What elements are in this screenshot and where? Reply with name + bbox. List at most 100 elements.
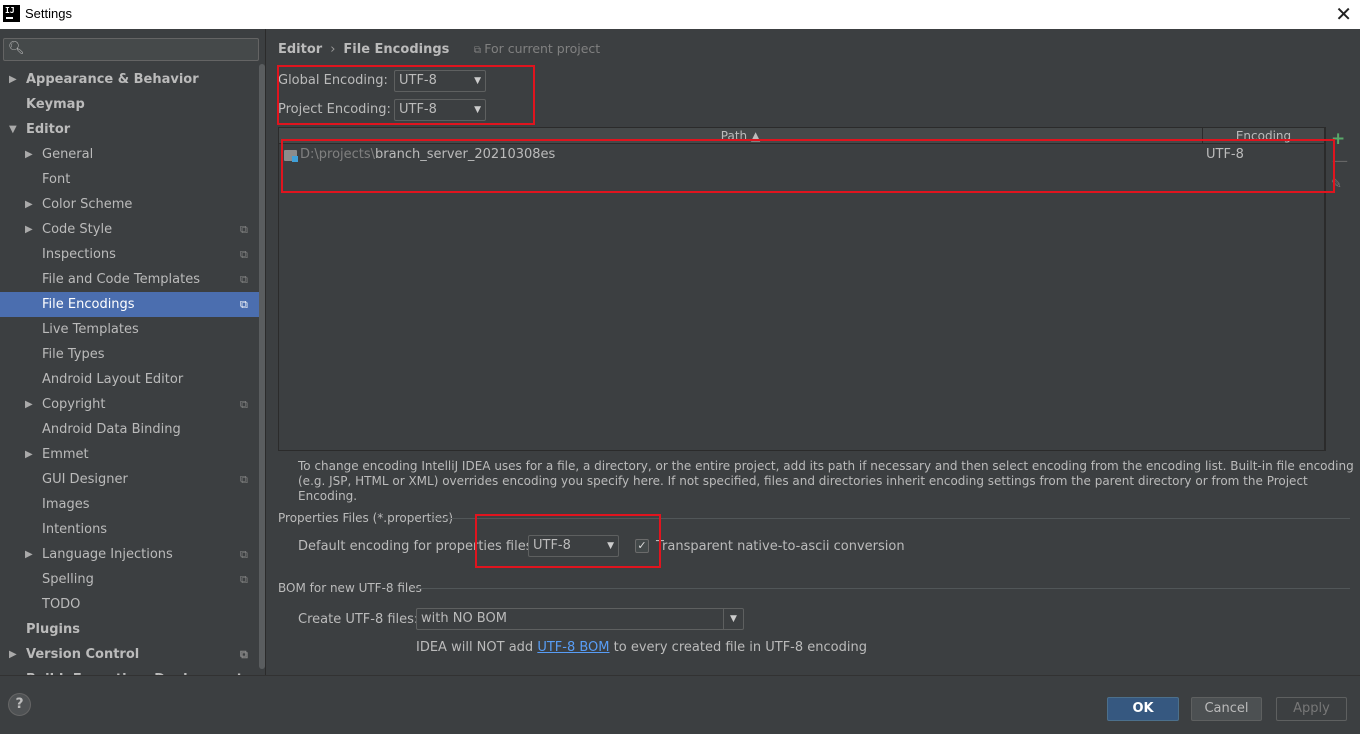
column-header-path[interactable]: Path ▲ xyxy=(279,128,1203,143)
path-name: branch_server_20210308es xyxy=(375,147,556,162)
breadcrumb-current: File Encodings xyxy=(343,42,450,57)
help-icon[interactable]: ? xyxy=(8,693,31,716)
sidebar-item-label: File and Code Templates xyxy=(42,272,200,287)
remove-icon[interactable]: — xyxy=(1332,151,1348,170)
sidebar-item-color-scheme[interactable]: ▶ Color Scheme xyxy=(0,192,265,217)
sidebar-item-file-encodings[interactable]: File Encodings ⧉ xyxy=(0,292,265,317)
sidebar-item-label: Color Scheme xyxy=(42,197,133,212)
chevron-right-icon[interactable]: ▶ xyxy=(9,667,17,675)
sidebar-item-keymap[interactable]: Keymap xyxy=(0,92,265,117)
project-level-icon: ⧉ xyxy=(240,398,248,411)
sidebar-item-label: Plugins xyxy=(26,622,80,637)
project-level-icon: ⧉ xyxy=(240,273,248,286)
global-encoding-select[interactable]: UTF-8 ▼ xyxy=(394,70,486,92)
sidebar-item-label: Font xyxy=(42,172,71,187)
chevron-down-icon: ▼ xyxy=(474,76,481,86)
sidebar-item-label: Keymap xyxy=(26,97,85,112)
encoding-description: To change encoding IntelliJ IDEA uses fo… xyxy=(298,459,1354,503)
close-icon[interactable]: ✕ xyxy=(1335,2,1352,26)
dialog-footer: OK Cancel Apply xyxy=(0,675,1360,734)
cancel-button[interactable]: Cancel xyxy=(1191,697,1262,721)
bom-mode-value: with NO BOM xyxy=(421,611,507,626)
project-encoding-label: Project Encoding: xyxy=(278,102,391,117)
properties-divider xyxy=(433,518,1350,519)
window-title: Settings xyxy=(25,6,72,21)
bom-note-suffix: to every created file in UTF-8 encoding xyxy=(609,640,867,655)
sidebar-item-copyright[interactable]: ▶ Copyright ⧉ xyxy=(0,392,265,417)
global-encoding-value: UTF-8 xyxy=(399,73,437,88)
transparent-conversion-checkbox[interactable]: ✓ xyxy=(635,539,649,553)
project-level-icon: ⧉ xyxy=(240,648,248,661)
project-level-icon: ⧉ xyxy=(240,248,248,261)
sidebar-item-label: Live Templates xyxy=(42,322,139,337)
intellij-app-icon: IJ xyxy=(3,5,20,22)
sidebar-item-file-types[interactable]: File Types xyxy=(0,342,265,367)
edit-icon[interactable]: ✎ xyxy=(1331,177,1342,192)
chevron-right-icon[interactable]: ▶ xyxy=(25,192,33,217)
sidebar-item-label: Inspections xyxy=(42,247,116,262)
sidebar-item-label: File Encodings xyxy=(42,297,135,312)
sidebar-item-editor[interactable]: ▼ Editor xyxy=(0,117,265,142)
project-level-icon: ⧉ xyxy=(240,573,248,586)
sidebar-item-images[interactable]: Images xyxy=(0,492,265,517)
chevron-right-icon[interactable]: ▶ xyxy=(25,142,33,167)
bom-divider xyxy=(413,588,1350,589)
sidebar-item-file-and-code-templates[interactable]: File and Code Templates ⧉ xyxy=(0,267,265,292)
encoding-cell[interactable]: UTF-8 xyxy=(1206,145,1244,165)
apply-button[interactable]: Apply xyxy=(1276,697,1347,721)
breadcrumb-parent: Editor xyxy=(278,42,323,57)
ok-button[interactable]: OK xyxy=(1107,697,1179,721)
sidebar-item-android-data-binding[interactable]: Android Data Binding xyxy=(0,417,265,442)
table-row[interactable]: D:\projects\branch_server_20210308es UTF… xyxy=(279,145,1324,167)
properties-encoding-select[interactable]: UTF-8 ▼ xyxy=(528,535,619,557)
sidebar-item-label: Images xyxy=(42,497,90,512)
sidebar-item-android-layout-editor[interactable]: Android Layout Editor xyxy=(0,367,265,392)
sidebar-item-intentions[interactable]: Intentions xyxy=(0,517,265,542)
project-level-icon: ⧉ xyxy=(240,298,248,311)
path-encoding-table: Path ▲ Encoding D:\projects\branch_serve… xyxy=(278,127,1325,451)
transparent-conversion-label[interactable]: Transparent native-to-ascii conversion xyxy=(656,539,905,554)
properties-encoding-value: UTF-8 xyxy=(533,538,571,553)
sidebar-item-label: Code Style xyxy=(42,222,113,237)
sidebar-item-inspections[interactable]: Inspections ⧉ xyxy=(0,242,265,267)
sidebar-item-spelling[interactable]: Spelling ⧉ xyxy=(0,567,265,592)
sidebar-item-build-execution-deployment[interactable]: ▶ Build, Execution, Deployment xyxy=(0,667,265,675)
sidebar-item-gui-designer[interactable]: GUI Designer ⧉ xyxy=(0,467,265,492)
sidebar-item-label: GUI Designer xyxy=(42,472,128,487)
sidebar-item-language-injections[interactable]: ▶ Language Injections ⧉ xyxy=(0,542,265,567)
sidebar-scrollbar[interactable] xyxy=(259,64,265,669)
chevron-right-icon[interactable]: ▶ xyxy=(25,542,33,567)
chevron-right-icon[interactable]: ▶ xyxy=(25,392,33,417)
chevron-down-icon[interactable]: ▼ xyxy=(9,117,17,142)
chevron-right-icon[interactable]: ▶ xyxy=(25,442,33,467)
sidebar-item-code-style[interactable]: ▶ Code Style ⧉ xyxy=(0,217,265,242)
chevron-right-icon[interactable]: ▶ xyxy=(25,217,33,242)
bom-mode-select[interactable]: with NO BOM ▼ xyxy=(416,608,744,630)
sidebar-item-emmet[interactable]: ▶ Emmet xyxy=(0,442,265,467)
add-icon[interactable]: + xyxy=(1331,129,1345,149)
column-header-encoding[interactable]: Encoding xyxy=(1203,128,1324,143)
sidebar-item-font[interactable]: Font xyxy=(0,167,265,192)
bom-note: IDEA will NOT add UTF-8 BOM to every cre… xyxy=(416,640,867,655)
sidebar-item-live-templates[interactable]: Live Templates xyxy=(0,317,265,342)
utf8-bom-link[interactable]: UTF-8 BOM xyxy=(537,640,609,655)
sidebar-item-label: File Types xyxy=(42,347,105,362)
sidebar-item-general[interactable]: ▶ General xyxy=(0,142,265,167)
project-level-icon: ⧉ xyxy=(240,548,248,561)
chevron-right-icon[interactable]: ▶ xyxy=(9,642,17,667)
sidebar-item-label: Spelling xyxy=(42,572,94,587)
sidebar-item-todo[interactable]: TODO xyxy=(0,592,265,617)
sidebar-item-label: General xyxy=(42,147,94,162)
sidebar-item-appearance-behavior[interactable]: ▶ Appearance & Behavior xyxy=(0,67,265,92)
sidebar-item-plugins[interactable]: Plugins xyxy=(0,617,265,642)
sidebar-item-version-control[interactable]: ▶ Version Control ⧉ xyxy=(0,642,265,667)
settings-tree: ▶ Appearance & Behavior Keymap ▼ Editor ▶ Gene… xyxy=(0,67,265,675)
sidebar-item-label: Intentions xyxy=(42,522,108,537)
sidebar-item-label: TODO xyxy=(42,597,81,612)
file-encodings-panel: Editor › File Encodings ⧉ For current proj… xyxy=(267,29,1360,675)
project-encoding-select[interactable]: UTF-8 ▼ xyxy=(394,99,486,121)
settings-search-input[interactable]: 🔍︎ xyxy=(3,38,259,61)
chevron-right-icon[interactable]: ▶ xyxy=(9,67,17,92)
global-encoding-label: Global Encoding: xyxy=(278,73,388,88)
bom-note-prefix: IDEA will NOT add xyxy=(416,640,538,655)
